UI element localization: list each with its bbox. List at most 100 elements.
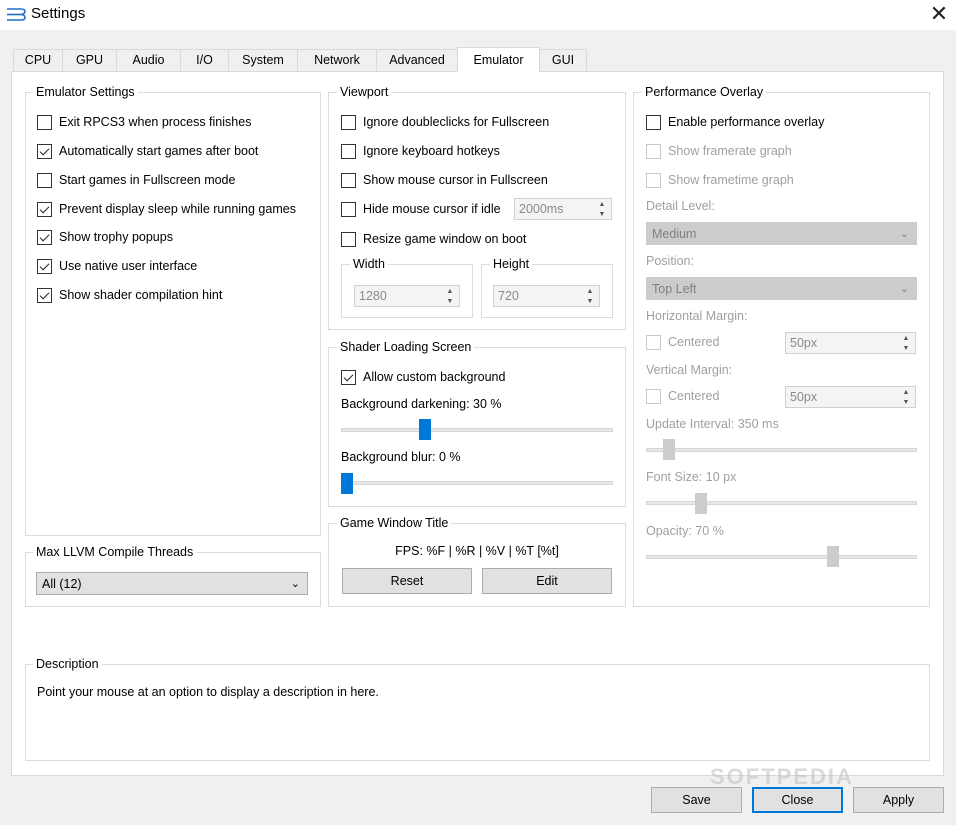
tab-io[interactable]: I/O	[180, 49, 229, 71]
checkbox-hide-cursor[interactable]	[341, 202, 356, 217]
checkbox-shader-hint[interactable]	[37, 288, 52, 303]
viewport-title: Viewport	[337, 85, 392, 99]
checkbox-custom-background[interactable]	[341, 370, 356, 385]
tab-system[interactable]: System	[228, 49, 298, 71]
blur-label: Background blur: 0 %	[341, 450, 461, 464]
darkening-label: Background darkening: 30 %	[341, 397, 502, 411]
tab-cpu[interactable]: CPU	[13, 49, 63, 71]
label-prevent-sleep: Prevent display sleep while running game…	[59, 202, 296, 216]
update-interval-label: Update Interval: 350 ms	[646, 417, 779, 431]
vertical-margin-spinbox[interactable]: 50px ▲ ▼	[785, 386, 916, 408]
width-title: Width	[350, 257, 388, 271]
label-hide-cursor: Hide mouse cursor if idle	[363, 202, 501, 216]
blur-slider-track[interactable]	[341, 481, 613, 485]
position-select[interactable]: Top Left ⌄	[646, 277, 917, 300]
label-trophy-popups: Show trophy popups	[59, 230, 173, 244]
game-window-title-title: Game Window Title	[337, 516, 452, 530]
title-format-text: FPS: %F | %R | %V | %T [%t]	[395, 544, 559, 558]
chevron-down-icon: ⌄	[290, 578, 300, 590]
checkbox-prevent-sleep[interactable]	[37, 202, 52, 217]
chevron-down-icon: ⌄	[899, 283, 909, 295]
spin-down-icon[interactable]: ▼	[898, 344, 914, 353]
horizontal-margin-spinbox[interactable]: 50px ▲ ▼	[785, 332, 916, 354]
checkbox-show-cursor[interactable]	[341, 173, 356, 188]
height-title: Height	[490, 257, 533, 271]
label-ignore-hotkeys: Ignore keyboard hotkeys	[363, 144, 500, 158]
spin-buttons: ▲ ▼	[898, 334, 914, 352]
spin-up-icon[interactable]: ▲	[442, 287, 458, 296]
tab-audio[interactable]: Audio	[116, 49, 181, 71]
horizontal-margin-label: Horizontal Margin:	[646, 309, 748, 323]
spin-up-icon[interactable]: ▲	[898, 388, 914, 397]
vertical-margin-label: Vertical Margin:	[646, 363, 733, 377]
checkbox-enable-overlay[interactable]	[646, 115, 661, 130]
checkbox-trophy-popups[interactable]	[37, 230, 52, 245]
spin-buttons: ▲ ▼	[594, 200, 610, 218]
emulator-settings-group	[25, 92, 321, 536]
label-exit-rpcs3: Exit RPCS3 when process finishes	[59, 115, 252, 129]
checkbox-native-ui[interactable]	[37, 259, 52, 274]
performance-overlay-title: Performance Overlay	[642, 85, 767, 99]
detail-level-label: Detail Level:	[646, 199, 715, 213]
label-show-cursor: Show mouse cursor in Fullscreen	[363, 173, 548, 187]
blur-slider-handle[interactable]	[341, 473, 353, 494]
emulator-settings-title: Emulator Settings	[33, 85, 138, 99]
close-button[interactable]: Close	[752, 787, 843, 813]
tab-network[interactable]: Network	[297, 49, 377, 71]
font-size-slider-track[interactable]	[646, 501, 917, 505]
position-value: Top Left	[652, 282, 697, 296]
label-shader-hint: Show shader compilation hint	[59, 288, 223, 302]
shader-loading-title: Shader Loading Screen	[337, 340, 475, 354]
checkbox-ignore-hotkeys[interactable]	[341, 144, 356, 159]
spin-down-icon[interactable]: ▼	[582, 297, 598, 306]
detail-level-value: Medium	[652, 227, 697, 241]
spin-down-icon[interactable]: ▼	[594, 210, 610, 219]
save-button[interactable]: Save	[651, 787, 742, 813]
spin-up-icon[interactable]: ▲	[594, 200, 610, 209]
llvm-threads-title: Max LLVM Compile Threads	[33, 545, 197, 559]
label-auto-start: Automatically start games after boot	[59, 144, 259, 158]
tab-advanced[interactable]: Advanced	[376, 49, 458, 71]
description-text: Point your mouse at an option to display…	[37, 685, 379, 699]
font-size-slider-handle[interactable]	[695, 493, 707, 514]
checkbox-frametime-graph[interactable]	[646, 173, 661, 188]
chevron-down-icon: ⌄	[899, 228, 909, 240]
spin-down-icon[interactable]: ▼	[898, 398, 914, 407]
spin-down-icon[interactable]: ▼	[442, 297, 458, 306]
window-title: Settings	[31, 5, 86, 22]
darkening-slider-handle[interactable]	[419, 419, 431, 440]
checkbox-resize-window[interactable]	[341, 232, 356, 247]
darkening-slider-track[interactable]	[341, 428, 613, 432]
tab-emulator[interactable]: Emulator	[457, 47, 540, 72]
tab-gui[interactable]: GUI	[539, 49, 587, 71]
detail-level-select[interactable]: Medium ⌄	[646, 222, 917, 245]
update-interval-slider-track[interactable]	[646, 448, 917, 452]
spin-up-icon[interactable]: ▲	[898, 334, 914, 343]
update-interval-slider-handle[interactable]	[663, 439, 675, 460]
checkbox-auto-start[interactable]	[37, 144, 52, 159]
width-spinbox[interactable]: 1280 ▲ ▼	[354, 285, 460, 307]
spin-up-icon[interactable]: ▲	[582, 287, 598, 296]
checkbox-fullscreen-start[interactable]	[37, 173, 52, 188]
opacity-slider-handle[interactable]	[827, 546, 839, 567]
height-spinbox[interactable]: 720 ▲ ▼	[493, 285, 600, 307]
height-value: 720	[498, 289, 519, 303]
edit-button[interactable]: Edit	[482, 568, 612, 594]
checkbox-ignore-doubleclicks[interactable]	[341, 115, 356, 130]
checkbox-h-centered[interactable]	[646, 335, 661, 350]
label-enable-overlay: Enable performance overlay	[668, 115, 825, 129]
checkbox-exit-rpcs3[interactable]	[37, 115, 52, 130]
reset-button[interactable]: Reset	[342, 568, 472, 594]
checkbox-framerate-graph[interactable]	[646, 144, 661, 159]
llvm-threads-select[interactable]: All (12) ⌄	[36, 572, 308, 595]
hide-cursor-spinbox[interactable]: 2000ms ▲ ▼	[514, 198, 612, 220]
close-window-icon[interactable]: ✕	[924, 2, 954, 28]
horizontal-margin-value: 50px	[790, 336, 818, 350]
checkbox-v-centered[interactable]	[646, 389, 661, 404]
tab-gpu[interactable]: GPU	[62, 49, 117, 71]
width-value: 1280	[359, 289, 387, 303]
apply-button[interactable]: Apply	[853, 787, 944, 813]
label-v-centered: Centered	[668, 389, 720, 403]
opacity-slider-track[interactable]	[646, 555, 917, 559]
label-custom-background: Allow custom background	[363, 370, 506, 384]
